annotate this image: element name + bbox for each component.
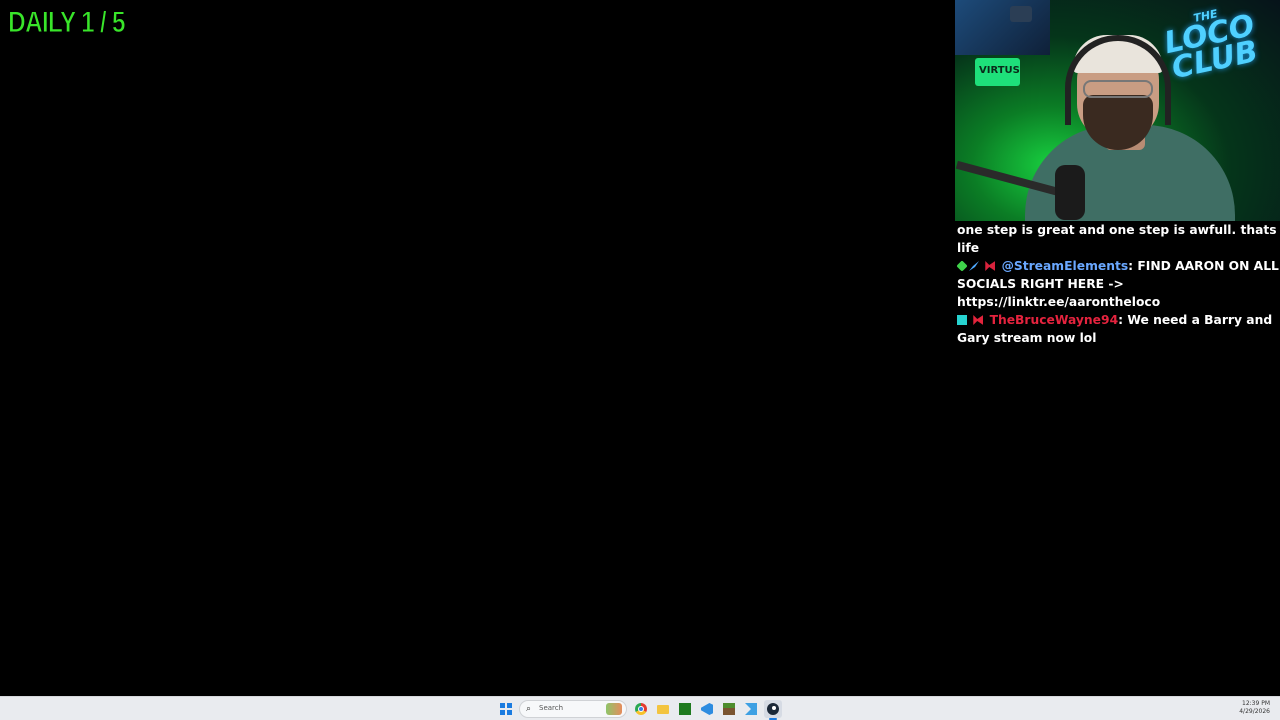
taskbar: ⌕ Search 12:39 PM 4/29/2026 (0, 696, 1280, 720)
chat-message: TheBruceWayne94: We need a Barry and Gar… (957, 311, 1279, 347)
chat-username: TheBruceWayne94 (989, 313, 1119, 327)
microphone (1055, 165, 1085, 220)
chat-overlay: one step is great and one step is awfull… (956, 221, 1279, 347)
minecraft-button[interactable] (720, 700, 738, 718)
start-button[interactable] (497, 700, 515, 718)
steam-icon (767, 703, 779, 715)
subscriber-badge-icon (957, 315, 967, 325)
tool-button[interactable] (742, 700, 760, 718)
chrome-icon (635, 703, 647, 715)
chat-message: @StreamElements: FIND AARON ON ALL SOCIA… (956, 257, 1279, 311)
shelf-sign: VIRTUS (975, 58, 1020, 86)
tool-icon (745, 703, 757, 715)
bot-badge-icon (973, 315, 984, 325)
folder-icon (657, 705, 669, 714)
clock-time: 12:39 PM (1242, 700, 1270, 707)
search-highlight-icon (606, 703, 622, 715)
chat-text: one step is great and one step is awfull… (957, 223, 1277, 255)
search-placeholder: Search (539, 704, 564, 712)
file-explorer-button[interactable] (654, 700, 672, 718)
search-icon: ⌕ (526, 704, 532, 714)
shelf-label: VIRTUS (979, 65, 1020, 76)
webcam-feed: VIRTUS THE LOCO CLUB (955, 0, 1280, 221)
green-badge-icon (956, 260, 968, 272)
start-icon (500, 703, 512, 715)
steam-button[interactable] (764, 700, 782, 718)
nvidia-button[interactable] (676, 700, 694, 718)
taskbar-search[interactable]: ⌕ Search (519, 700, 627, 718)
youtube-icon (1010, 6, 1032, 22)
vscode-button[interactable] (698, 700, 716, 718)
chat-username: @StreamElements (1001, 259, 1129, 273)
minecraft-icon (723, 703, 735, 715)
chrome-button[interactable] (632, 700, 650, 718)
bot-badge-icon (985, 261, 996, 271)
nvidia-icon (679, 703, 691, 715)
background-poster (955, 0, 1050, 55)
chat-message: one step is great and one step is awfull… (957, 221, 1279, 257)
clock-date: 4/29/2026 (1239, 708, 1270, 715)
vscode-icon (701, 703, 713, 715)
system-clock[interactable]: 12:39 PM 4/29/2026 (1239, 700, 1270, 716)
pin-badge-icon (969, 261, 979, 271)
daily-counter: DAILY 1 / 5 (8, 6, 126, 40)
